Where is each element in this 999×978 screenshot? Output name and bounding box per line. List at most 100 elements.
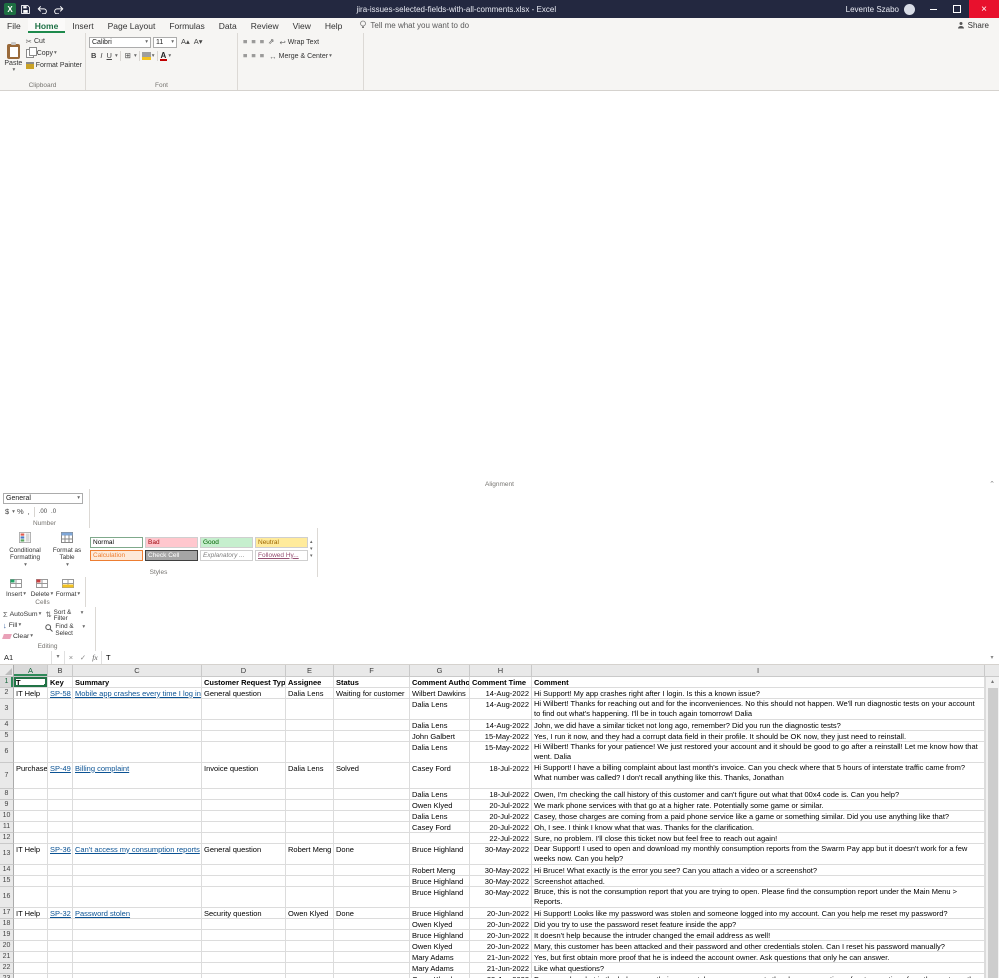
cell-A17[interactable]: IT Help [14, 908, 48, 919]
cell-C13[interactable]: Can't access my consumption reports [73, 844, 202, 865]
cell-H14[interactable]: 30-May-2022 [470, 865, 532, 876]
cancel-icon[interactable]: × [65, 653, 77, 662]
tab-page-layout[interactable]: Page Layout [101, 18, 163, 33]
cell-D2[interactable]: General question [202, 688, 286, 699]
cell-style-good[interactable]: Good [200, 537, 253, 548]
cell-H8[interactable]: 18-Jul-2022 [470, 789, 532, 800]
column-header-I[interactable]: I [532, 665, 985, 677]
cell-D14[interactable] [202, 865, 286, 876]
cell-A16[interactable] [14, 887, 48, 908]
decrease-font-size-icon[interactable]: A▾ [192, 37, 205, 47]
cell-H23[interactable]: 22-Jun-2022 [470, 974, 532, 978]
cell-B22[interactable] [48, 963, 73, 974]
cell-F8[interactable] [334, 789, 410, 800]
cell-style-check[interactable]: Check Cell [145, 550, 198, 561]
tab-help[interactable]: Help [318, 18, 349, 33]
cell-D9[interactable] [202, 800, 286, 811]
cell-A6[interactable] [14, 742, 48, 763]
cell-C1[interactable]: Summary [73, 677, 202, 688]
collapse-ribbon-icon[interactable]: ⌃ [989, 480, 995, 488]
cell-C14[interactable] [73, 865, 202, 876]
cell-I14[interactable]: Hi Bruce! What exactly is the error you … [532, 865, 985, 876]
row-header-11[interactable]: 11 [0, 822, 14, 833]
cell-F21[interactable] [334, 952, 410, 963]
avatar[interactable] [904, 4, 915, 15]
cell-D16[interactable] [202, 887, 286, 908]
tab-view[interactable]: View [286, 18, 318, 33]
cell-I16[interactable]: Bruce, this is not the consumption repor… [532, 887, 985, 908]
cell-style-normal[interactable]: Normal [90, 537, 143, 548]
cell-B2[interactable]: SP-58 [48, 688, 73, 699]
paste-button[interactable]: Paste ▾ [3, 35, 24, 81]
clear-button[interactable]: Clear▾ [3, 631, 41, 642]
cell-G1[interactable]: Comment Author [410, 677, 470, 688]
cell-G16[interactable]: Bruce Highland [410, 887, 470, 908]
cell-G12[interactable] [410, 833, 470, 844]
cell-style-followed[interactable]: Followed Hy... [255, 550, 308, 561]
cell-D1[interactable]: Customer Request Type [202, 677, 286, 688]
cell-H5[interactable]: 15-May-2022 [470, 731, 532, 742]
column-header-G[interactable]: G [410, 665, 470, 677]
row-header-6[interactable]: 6 [0, 742, 14, 763]
cell-G3[interactable]: Dalia Lens [410, 699, 470, 720]
cell-A21[interactable] [14, 952, 48, 963]
percent-style-icon[interactable]: % [15, 507, 26, 517]
cell-F12[interactable] [334, 833, 410, 844]
cell-I6[interactable]: Hi Wilbert! Thanks for your patience! We… [532, 742, 985, 763]
cell-F16[interactable] [334, 887, 410, 908]
cell-H19[interactable]: 20-Jun-2022 [470, 930, 532, 941]
cell-C10[interactable] [73, 811, 202, 822]
column-header-F[interactable]: F [334, 665, 410, 677]
insert-cells-button[interactable]: Insert▾ [3, 579, 29, 598]
cell-I1[interactable]: Comment [532, 677, 985, 688]
cell-B5[interactable] [48, 731, 73, 742]
cell-I9[interactable]: We mark phone services with that go at a… [532, 800, 985, 811]
cell-E22[interactable] [286, 963, 334, 974]
tab-formulas[interactable]: Formulas [162, 18, 211, 33]
cell-G23[interactable]: Owen Klyed [410, 974, 470, 978]
cell-C17[interactable]: Password stolen [73, 908, 202, 919]
user-name[interactable]: Levente Szabo [846, 5, 899, 14]
gallery-more-icon[interactable]: ▾ [310, 553, 313, 559]
cell-G5[interactable]: John Galbert [410, 731, 470, 742]
row-header-14[interactable]: 14 [0, 865, 14, 876]
cell-B10[interactable] [48, 811, 73, 822]
cell-C4[interactable] [73, 720, 202, 731]
cell-C15[interactable] [73, 876, 202, 887]
tell-me-box[interactable]: Tell me what you want to do [359, 20, 469, 31]
column-header-E[interactable]: E [286, 665, 334, 677]
cell-D10[interactable] [202, 811, 286, 822]
cell-E8[interactable] [286, 789, 334, 800]
cell-E17[interactable]: Owen Klyed [286, 908, 334, 919]
cell-G15[interactable]: Bruce Highland [410, 876, 470, 887]
cell-D11[interactable] [202, 822, 286, 833]
align-middle-icon[interactable]: ≡ [249, 37, 257, 47]
font-color-icon[interactable]: A [160, 52, 168, 61]
increase-decimal-icon[interactable]: .00 [37, 507, 49, 517]
number-format-select[interactable]: General▾ [3, 493, 83, 504]
cell-A11[interactable] [14, 822, 48, 833]
tab-review[interactable]: Review [244, 18, 286, 33]
tab-file[interactable]: File [0, 18, 28, 33]
cell-F15[interactable] [334, 876, 410, 887]
undo-icon[interactable] [37, 5, 47, 14]
cell-D6[interactable] [202, 742, 286, 763]
cell-C6[interactable] [73, 742, 202, 763]
row-header-19[interactable]: 19 [0, 930, 14, 941]
row-header-3[interactable]: 3 [0, 699, 14, 720]
cell-H12[interactable]: 22-Jul-2022 [470, 833, 532, 844]
cell-I12[interactable]: Sure, no problem. I'll close this ticket… [532, 833, 985, 844]
row-header-2[interactable]: 2 [0, 688, 14, 699]
fill-color-icon[interactable] [142, 52, 151, 60]
cell-G21[interactable]: Mary Adams [410, 952, 470, 963]
cell-B14[interactable] [48, 865, 73, 876]
cell-D13[interactable]: General question [202, 844, 286, 865]
cell-D8[interactable] [202, 789, 286, 800]
cell-A19[interactable] [14, 930, 48, 941]
row-header-18[interactable]: 18 [0, 919, 14, 930]
cell-H7[interactable]: 18-Jul-2022 [470, 763, 532, 789]
cell-C18[interactable] [73, 919, 202, 930]
cell-A7[interactable]: Purchase [14, 763, 48, 789]
bold-button[interactable]: B [89, 51, 98, 61]
cell-I7[interactable]: Hi Support! I have a billing complaint a… [532, 763, 985, 789]
